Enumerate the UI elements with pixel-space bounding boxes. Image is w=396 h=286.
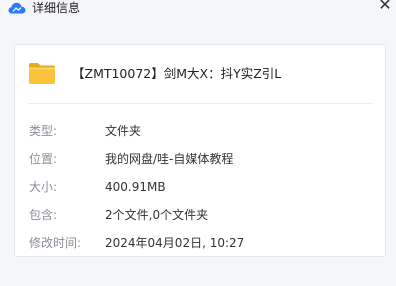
detail-row-location: 位置: 我的网盘/哇-自媒体教程 — [15, 151, 385, 167]
close-button[interactable]: ✕ — [376, 0, 394, 14]
detail-row-modified: 修改时间: 2024年04月02日, 10:27 — [15, 235, 385, 251]
window-title: 详细信息 — [32, 1, 81, 15]
detail-row-type: 类型: 文件夹 — [15, 123, 385, 139]
detail-row-size: 大小: 400.91MB — [15, 179, 385, 195]
detail-label: 大小: — [29, 180, 58, 194]
detail-value: 2个文件,0个文件夹 — [105, 208, 209, 222]
detail-value: 400.91MB — [105, 180, 166, 194]
divider — [28, 103, 373, 104]
details-card: 【ZMT10072】剑M大X：抖Y实Z引L 类型: 文件夹 位置: 我的网盘/哇… — [14, 44, 386, 257]
detail-row-contains: 包含: 2个文件,0个文件夹 — [15, 207, 385, 223]
detail-value: 我的网盘/哇-自媒体教程 — [105, 152, 234, 166]
detail-label: 修改时间: — [29, 236, 82, 250]
cloud-icon — [8, 2, 26, 14]
detail-label: 包含: — [29, 208, 58, 222]
detail-label: 位置: — [29, 152, 58, 166]
detail-label: 类型: — [29, 124, 58, 138]
title-bar: 详细信息 ✕ — [0, 0, 396, 28]
detail-value: 文件夹 — [105, 124, 142, 138]
file-name: 【ZMT10072】剑M大X：抖Y实Z引L — [72, 66, 282, 81]
close-icon: ✕ — [378, 0, 392, 14]
folder-icon — [29, 63, 55, 84]
detail-value: 2024年04月02日, 10:27 — [105, 236, 245, 250]
